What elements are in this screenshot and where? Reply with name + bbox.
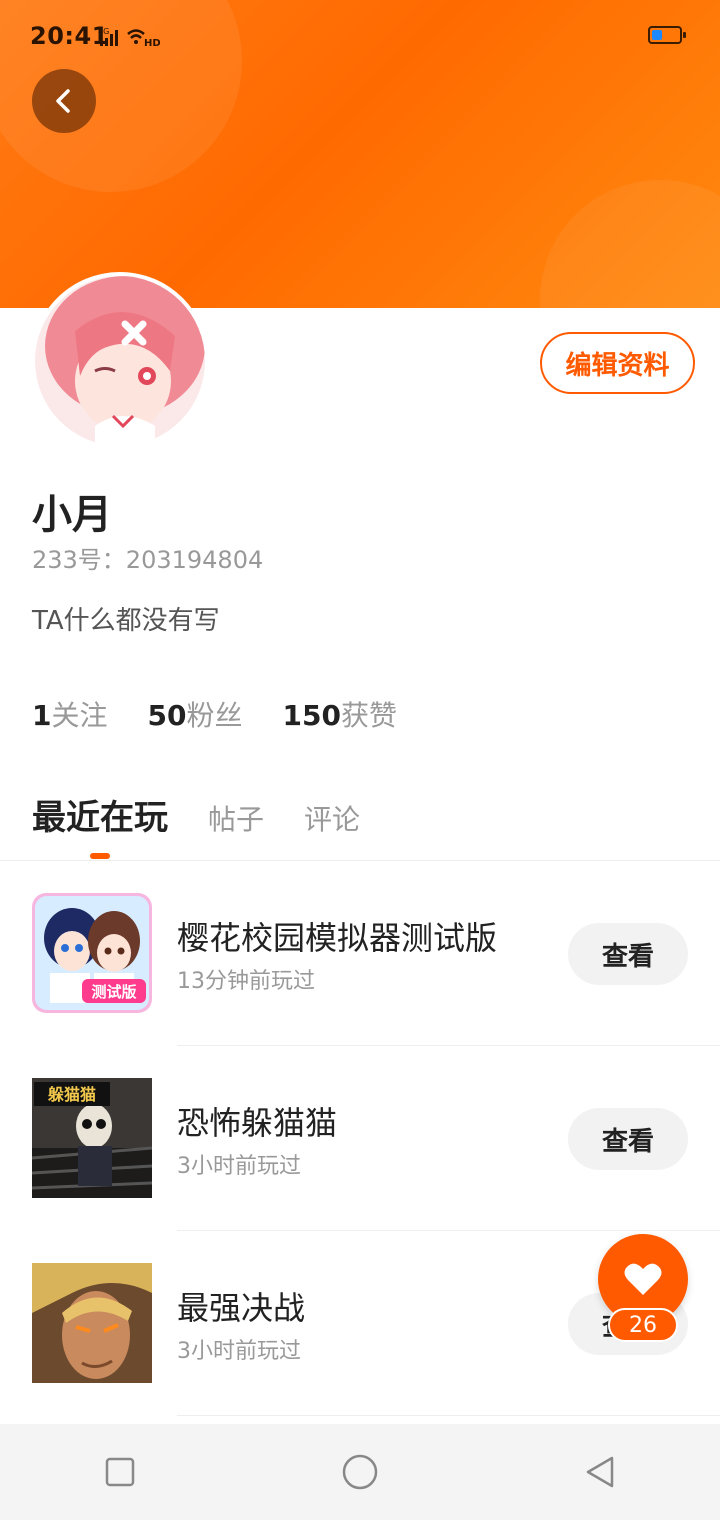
profile-bio: TA什么都没有写 xyxy=(32,606,220,636)
signal-wifi-icon: 4G HD xyxy=(98,27,160,48)
edit-profile-button[interactable]: 编辑资料 xyxy=(540,332,695,394)
stat-fans-label: 粉丝 xyxy=(186,699,243,732)
game-icon xyxy=(32,1263,152,1383)
view-button[interactable]: 查看 xyxy=(568,1108,688,1170)
recent-apps-button[interactable] xyxy=(90,1442,150,1502)
back-button[interactable] xyxy=(32,69,96,133)
chevron-left-icon xyxy=(56,89,70,113)
icon-badge-text: 躲猫猫 xyxy=(48,1085,96,1104)
tab-posts[interactable]: 帖子 xyxy=(208,798,264,838)
game-last-played: 3小时前玩过 xyxy=(177,1154,301,1179)
like-count-badge: 26 xyxy=(608,1308,678,1342)
tab-comments[interactable]: 评论 xyxy=(304,798,360,838)
avatar-image xyxy=(35,276,205,446)
stat-fans[interactable]: 50粉丝 xyxy=(148,694,243,734)
avatar[interactable] xyxy=(35,276,205,446)
circle-icon xyxy=(342,1454,378,1490)
heart-icon xyxy=(624,1263,662,1295)
stat-likes-label: 获赞 xyxy=(340,699,397,732)
triangle-back-icon xyxy=(586,1456,614,1488)
game-icon: 躲猫猫 xyxy=(32,1078,152,1198)
profile-tabs: 最近在玩 帖子 评论 xyxy=(32,790,400,839)
game-last-played: 3小时前玩过 xyxy=(177,1339,301,1364)
hd-label: HD xyxy=(144,38,160,48)
active-tab-indicator xyxy=(90,853,110,859)
stat-following-label: 关注 xyxy=(51,699,108,732)
icon-badge-text: 测试版 xyxy=(91,983,136,1001)
stat-likes[interactable]: 150获赞 xyxy=(282,694,396,734)
game-list-item[interactable]: 躲猫猫 恐怖躲猫猫 3小时前玩过 查看 xyxy=(0,1046,720,1231)
profile-id: 233号：203194804 xyxy=(32,546,264,574)
network-type: 4G xyxy=(98,27,109,36)
status-bar: 20:41 4G HD xyxy=(0,0,720,74)
divider xyxy=(177,1415,720,1416)
game-title: 恐怖躲猫猫 xyxy=(177,1104,338,1142)
banner-decoration xyxy=(540,180,720,308)
stat-following[interactable]: 1关注 xyxy=(32,694,108,734)
square-icon xyxy=(105,1457,135,1487)
stat-fans-value: 50 xyxy=(147,699,187,732)
game-title: 最强决战 xyxy=(177,1289,306,1327)
game-title: 樱花校园模拟器测试版 xyxy=(177,919,498,957)
system-nav-bar xyxy=(0,1424,720,1520)
system-back-button[interactable] xyxy=(570,1442,630,1502)
profile-name: 小月 xyxy=(32,492,112,538)
game-icon: 测试版 xyxy=(32,893,152,1013)
stat-following-value: 1 xyxy=(32,699,52,732)
tab-recently-played[interactable]: 最近在玩 xyxy=(32,790,168,839)
view-button[interactable]: 查看 xyxy=(568,923,688,985)
game-list-item[interactable]: 测试版 樱花校园模拟器测试版 13分钟前玩过 查看 xyxy=(0,861,720,1046)
stat-likes-value: 150 xyxy=(282,699,341,732)
battery-icon xyxy=(648,26,686,44)
profile-stats: 1关注 50粉丝 150获赞 xyxy=(32,694,397,734)
home-button[interactable] xyxy=(330,1442,390,1502)
game-last-played: 13分钟前玩过 xyxy=(177,969,315,994)
